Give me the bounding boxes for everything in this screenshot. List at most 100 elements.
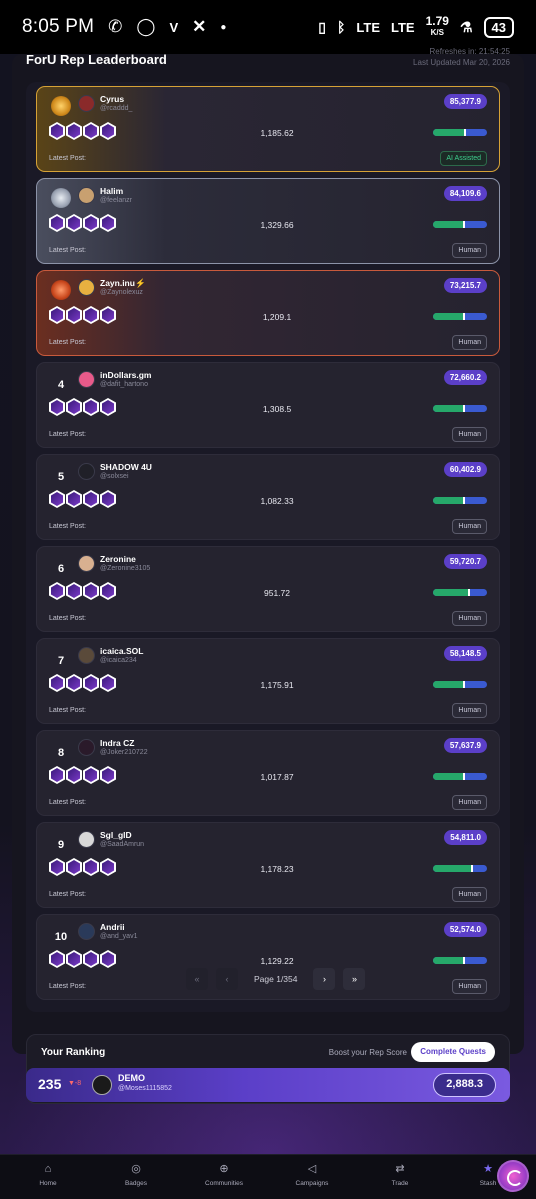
badge-list: [49, 398, 116, 416]
sentiment-bar-marker: [462, 497, 465, 504]
badge-icon: [66, 398, 82, 416]
megaphone-icon: ◁: [307, 1163, 317, 1175]
leaderboard-row[interactable]: 9 Sgl_glD @SaadAmrun 54,811.0 1,178.23 L…: [36, 822, 500, 908]
user-name[interactable]: Cyrus: [100, 94, 124, 104]
post-type-tag: Human: [452, 335, 487, 350]
sentiment-bar: [433, 497, 487, 504]
badge-icon: [49, 214, 65, 232]
my-rank-row[interactable]: 235 ▼-8 DEMO @Moses1115852 2,888.3: [26, 1068, 510, 1102]
floating-action-button[interactable]: [497, 1160, 529, 1192]
rank-number: 8: [57, 747, 65, 759]
badge-list: [49, 306, 116, 324]
sentiment-bar-marker: [463, 221, 466, 228]
user-name[interactable]: SHADOW 4U: [100, 462, 152, 472]
bluetooth-icon: ᛒ: [337, 19, 346, 35]
badge-icon: [100, 490, 116, 508]
sentiment-bar-fill: [433, 313, 463, 320]
bottom-navigation: ⌂ Home ◎ Badges ⊕ Communities ◁ Campaigns ⇄ …: [0, 1154, 536, 1199]
leaderboard-row[interactable]: 4 inDollars.gm @dafit_hartono 72,660.2 1…: [36, 362, 500, 448]
user-name[interactable]: Sgl_glD: [100, 830, 132, 840]
leaderboard-row[interactable]: 8 Indra CZ @Joker210722 57,637.9 1,017.8…: [36, 730, 500, 816]
avatar: [78, 555, 95, 572]
rank-number: 9: [57, 839, 65, 851]
rep-score-badge: 58,148.5: [443, 646, 487, 661]
last-updated: Last Updated Mar 20, 2026: [413, 58, 510, 67]
next-page-button[interactable]: ›: [313, 968, 336, 990]
user-handle: @icaica234: [100, 657, 137, 664]
user-name[interactable]: inDollars.gm: [100, 370, 151, 380]
leaderboard-row[interactable]: Zayn.inu⚡ @Zaynolexuz 73,215.7 1,209.1 L…: [36, 270, 500, 356]
complete-quests-button[interactable]: Complete Quests: [411, 1042, 495, 1062]
badge-icon: [66, 214, 82, 232]
user-name[interactable]: Indra CZ: [100, 738, 134, 748]
user-name[interactable]: Zayn.inu⚡: [100, 278, 146, 289]
refresh-timer: Refreshes in: 21:54:25: [429, 47, 511, 56]
leaderboard-row[interactable]: 7 icaica.SOL @icaica234 58,148.5 1,175.9…: [36, 638, 500, 724]
badge-icon: [49, 858, 65, 876]
dot-icon: ●: [220, 21, 227, 33]
badge-list: [49, 214, 116, 232]
avatar: [78, 187, 95, 204]
user-name[interactable]: icaica.SOL: [100, 646, 143, 656]
badge-icon: [83, 122, 99, 140]
rep-score-badge: 54,811.0: [444, 830, 487, 845]
user-handle: @feelanzr: [100, 197, 133, 204]
metric-value: 1,082.33: [260, 496, 294, 506]
rep-score-badge: 52,574.0: [443, 922, 487, 937]
leaderboard-row[interactable]: Cyrus @rcaddd_ 85,377.9 1,185.62 Latest …: [36, 86, 500, 172]
user-name[interactable]: Zeronine: [100, 554, 136, 564]
nav-label: Campaigns: [295, 1180, 329, 1187]
post-type-tag: AI Assisted: [440, 151, 487, 166]
post-type-tag: Human: [452, 427, 487, 442]
sentiment-bar-fill: [433, 589, 469, 596]
leaderboard-row[interactable]: 5 SHADOW 4U @solxsei 60,402.9 1,082.33 L…: [36, 454, 500, 540]
leaderboard-row[interactable]: Halim @feelanzr 84,109.6 1,329.66 Latest…: [36, 178, 500, 264]
speed-indicator: 1.79 K/S: [426, 15, 449, 38]
latest-post-label: Latest Post:: [49, 155, 86, 162]
sentiment-bar-marker: [462, 405, 465, 412]
badge-icon: [100, 214, 116, 232]
sentiment-bar: [433, 773, 487, 780]
avatar: [78, 923, 95, 940]
leaderboard-row[interactable]: 6 Zeronine @Zeronine3105 59,720.7 951.72…: [36, 546, 500, 632]
last-page-button[interactable]: »: [343, 968, 366, 990]
battery-indicator: 43: [483, 16, 514, 38]
badge-icon: [66, 950, 82, 968]
user-handle: @Joker210722: [100, 749, 148, 756]
whatsapp-icon: ✆: [108, 17, 123, 36]
badge-icon: [100, 398, 116, 416]
network-1: LTE: [356, 19, 381, 35]
rank-number: 6: [57, 563, 65, 575]
nav-item-badges[interactable]: ◎ Badges: [101, 1163, 171, 1187]
bronze-medal-icon: [51, 280, 71, 300]
post-type-tag: Human: [452, 979, 487, 994]
user-name[interactable]: Halim: [100, 186, 123, 196]
sentiment-bar-marker: [470, 865, 473, 872]
nav-item-home[interactable]: ⌂ Home: [13, 1163, 83, 1187]
badge-icon: [100, 858, 116, 876]
avatar: [92, 1075, 112, 1095]
nav-label: Badges: [124, 1180, 148, 1187]
sentiment-bar: [433, 221, 487, 228]
badge-icon: [66, 582, 82, 600]
nav-item-campaigns[interactable]: ◁ Campaigns: [277, 1163, 347, 1187]
sentiment-bar: [433, 405, 487, 412]
latest-post-label: Latest Post:: [49, 983, 86, 990]
rep-score-badge: 57,637.9: [443, 738, 487, 753]
nav-item-trade[interactable]: ⇄ Trade: [365, 1163, 435, 1187]
user-name[interactable]: Andrii: [100, 922, 125, 932]
sentiment-bar-marker: [468, 589, 471, 596]
prev-page-button[interactable]: ‹: [216, 968, 238, 990]
page-indicator: Page 1/354: [254, 974, 298, 984]
badge-list: [49, 122, 116, 140]
user-handle: @solxsei: [100, 473, 129, 480]
first-page-button[interactable]: «: [186, 968, 208, 990]
badge-list: [49, 766, 116, 784]
avatar: [78, 279, 95, 296]
post-type-tag: Human: [452, 703, 487, 718]
sentiment-bar-marker: [462, 773, 465, 780]
sentiment-bar: [433, 589, 487, 596]
nav-item-communities[interactable]: ⊕ Communities: [189, 1163, 259, 1187]
rep-score-badge: 73,215.7: [443, 278, 487, 293]
badge-list: [49, 490, 116, 508]
